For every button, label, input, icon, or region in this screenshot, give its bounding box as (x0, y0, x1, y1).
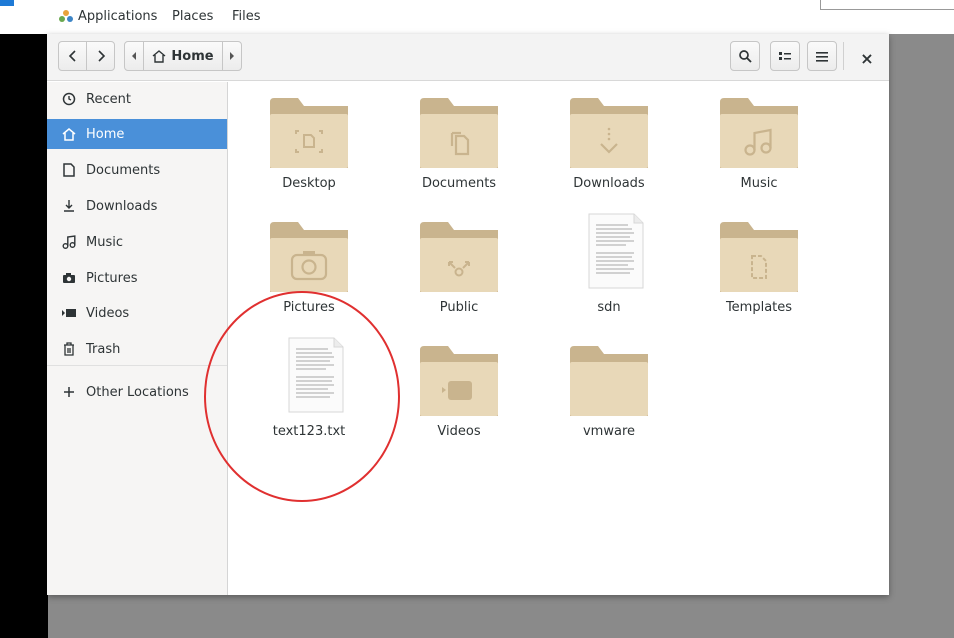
applications-icon (59, 10, 73, 22)
file-name: Templates (725, 300, 793, 315)
sidebar-item-documents[interactable]: Documents (47, 155, 227, 185)
sidebar-item-pictures[interactable]: Pictures (47, 263, 227, 293)
back-button[interactable] (58, 41, 87, 71)
sidebar-item-home[interactable]: Home (47, 119, 227, 149)
folder-icon (270, 98, 348, 168)
folder-icon (420, 222, 498, 292)
home-icon (62, 127, 76, 141)
trash-icon (64, 342, 74, 356)
red-annotation-circle (204, 291, 400, 502)
path-left-arrow[interactable] (124, 41, 144, 71)
files-menu[interactable]: Files (232, 9, 261, 24)
applications-menu[interactable]: Applications (78, 9, 157, 24)
clock-icon (62, 92, 76, 106)
file-item-vmware[interactable]: vmware (549, 332, 669, 447)
window-frame-edge (820, 0, 954, 10)
file-name: Downloads (573, 176, 645, 191)
file-name: sdn (597, 300, 621, 315)
sidebar-item-other-locations[interactable]: Other Locations (47, 377, 227, 407)
download-icon (64, 200, 74, 212)
search-button[interactable] (730, 41, 760, 71)
music-icon (62, 235, 76, 249)
forward-button[interactable] (86, 41, 115, 71)
header-bar: Home × (47, 34, 889, 81)
chevron-right-icon (97, 50, 105, 62)
path-right-arrow[interactable] (222, 41, 242, 71)
sidebar-item-music[interactable]: Music (47, 227, 227, 257)
search-icon (739, 50, 752, 63)
file-item-desktop[interactable]: Desktop (249, 84, 369, 199)
file-item-sdn[interactable]: sdn (549, 208, 669, 323)
home-icon (152, 49, 166, 63)
sidebar-item-videos[interactable]: Videos (47, 298, 227, 328)
file-item-downloads[interactable]: Downloads (549, 84, 669, 199)
file-name: Documents (421, 176, 497, 191)
folder-icon (420, 346, 498, 416)
sidebar-item-label: Other Locations (86, 384, 189, 400)
close-icon: × (860, 48, 874, 68)
chevron-left-icon (68, 50, 76, 62)
sidebar-item-label: Home (86, 126, 125, 142)
file-item-documents[interactable]: Documents (399, 84, 519, 199)
text-file-icon (588, 213, 644, 289)
path-home-button[interactable]: Home (143, 41, 223, 71)
file-item-music[interactable]: Music (699, 84, 819, 199)
sidebar-item-label: Recent (86, 91, 131, 107)
file-name: vmware (582, 424, 635, 439)
file-item-public[interactable]: Public (399, 208, 519, 323)
file-item-videos[interactable]: Videos (399, 332, 519, 447)
path-home-label: Home (171, 48, 214, 64)
corner-marker (0, 0, 14, 6)
left-black-strip (0, 0, 48, 638)
files-window: Home × Recent Home Documents Downloads M… (47, 34, 889, 595)
sidebar-item-label: Videos (86, 305, 130, 321)
sidebar-item-downloads[interactable]: Downloads (47, 191, 227, 221)
sidebar-item-trash[interactable]: Trash (47, 334, 227, 364)
small-right-arrow-icon (230, 52, 234, 60)
file-name: Public (439, 300, 479, 315)
file-item-templates[interactable]: Templates (699, 208, 819, 323)
file-name: Videos (437, 424, 481, 439)
top-panel: Applications Places Files (0, 0, 954, 34)
video-icon (62, 309, 76, 317)
sidebar-item-label: Music (86, 234, 123, 250)
folder-icon (720, 98, 798, 168)
plus-icon (64, 387, 74, 397)
small-left-arrow-icon (132, 52, 136, 60)
sidebar-item-label: Trash (86, 341, 121, 357)
view-toggle-icon (779, 52, 791, 60)
folder-icon (570, 98, 648, 168)
view-toggle-button[interactable] (770, 41, 800, 71)
close-button[interactable]: × (853, 44, 881, 72)
sidebar-item-label: Downloads (86, 198, 158, 214)
folder-icon (270, 222, 348, 292)
sidebar-item-recent[interactable]: Recent (47, 84, 227, 114)
document-icon (63, 163, 75, 177)
folder-icon (720, 222, 798, 292)
camera-icon (63, 273, 75, 283)
sidebar-item-label: Documents (86, 162, 161, 178)
places-menu[interactable]: Places (172, 9, 213, 24)
sidebar: Recent Home Documents Downloads Music Pi… (47, 82, 228, 595)
file-name: Desktop (282, 176, 336, 191)
folder-icon (420, 98, 498, 168)
sidebar-item-label: Pictures (86, 270, 138, 286)
header-separator (843, 42, 844, 70)
menu-button[interactable] (807, 41, 837, 71)
hamburger-icon (816, 51, 828, 62)
folder-icon (570, 346, 648, 416)
file-name: Music (740, 176, 778, 191)
sidebar-separator (47, 365, 227, 366)
